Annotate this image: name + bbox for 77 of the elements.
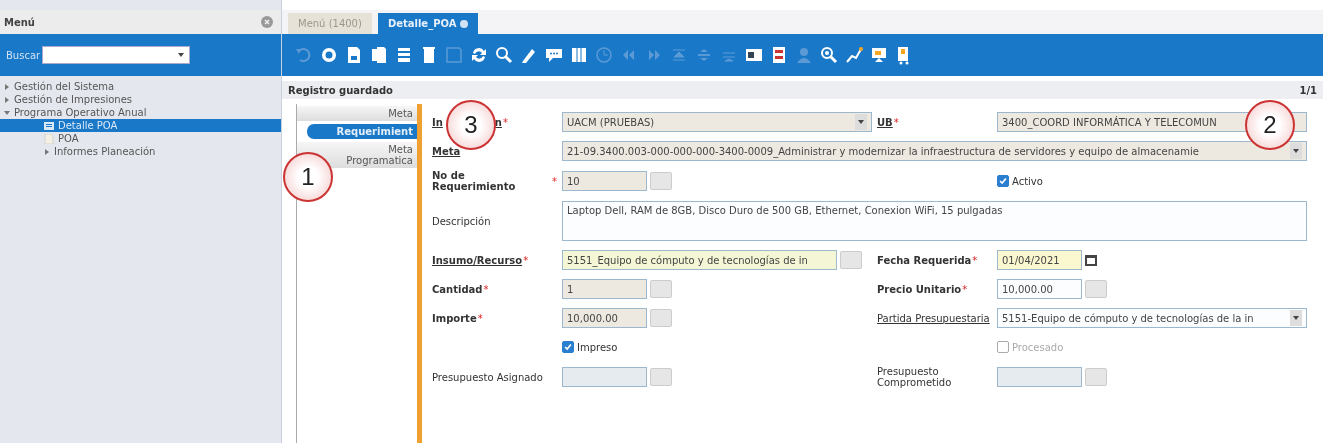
- input-field[interactable]: [997, 367, 1082, 387]
- field-label: Cantidad: [432, 283, 483, 295]
- input-field[interactable]: 10,000.00: [997, 279, 1082, 299]
- form-icon: [44, 120, 54, 131]
- status-message: Registro guardado: [288, 84, 393, 96]
- tree-label: Gestión de Impresiones: [14, 94, 132, 105]
- field-label: Presupuesto Comprometido: [877, 366, 953, 388]
- toolbar-icon[interactable]: [569, 45, 589, 65]
- description-field[interactable]: Laptop Dell, RAM de 8GB, Disco Duro de 500 GB, Ethernet, Conexion WiFi, 15 pulgadas: [562, 201, 1307, 241]
- checkbox-label: Activo: [1012, 175, 1043, 187]
- required-mark: *: [477, 312, 483, 324]
- toolbar-icon[interactable]: [369, 45, 389, 65]
- field-label: Fecha Requerida: [877, 254, 972, 266]
- input-field[interactable]: 1: [562, 279, 647, 299]
- tree-label: Gestión del Sistema: [14, 81, 115, 92]
- close-icon[interactable]: [460, 19, 469, 28]
- required-mark: *: [962, 283, 968, 295]
- field-link[interactable]: In: [432, 116, 443, 128]
- tree-item[interactable]: Informes Planeación: [0, 145, 281, 158]
- toolbar-icon[interactable]: [819, 45, 839, 65]
- dropdown-field[interactable]: 21-09.3400.003-000-000-000-3400-0009_Administrar y modernizar la infraestructura de servidores y equipo de almacenamie: [562, 141, 1307, 161]
- tree-item[interactable]: Programa Operativo Anual: [0, 106, 281, 119]
- required-mark: *: [552, 175, 557, 187]
- tree-item[interactable]: POA: [0, 132, 281, 145]
- side-tab[interactable]: Meta: [297, 106, 417, 121]
- tree-label: Programa Operativo Anual: [14, 107, 147, 118]
- expand-icon: [44, 148, 50, 155]
- calendar-icon[interactable]: [1085, 254, 1097, 266]
- document-icon: [44, 133, 54, 144]
- caret-icon[interactable]: [1292, 314, 1300, 322]
- toolbar-icon[interactable]: [869, 45, 889, 65]
- side-tab[interactable]: Requerimient: [307, 124, 417, 139]
- field-link[interactable]: UB: [877, 116, 893, 128]
- tab[interactable]: Detalle_POA: [377, 13, 479, 34]
- caret-icon[interactable]: [857, 118, 865, 126]
- toolbar-icon[interactable]: [494, 45, 514, 65]
- toolbar-icon[interactable]: [469, 45, 489, 65]
- tree-item[interactable]: Gestión de Impresiones: [0, 93, 281, 106]
- required-mark: *: [502, 116, 508, 128]
- callout-tooltip: 2: [1245, 100, 1295, 150]
- tree-item[interactable]: Detalle POA: [0, 119, 281, 132]
- dropdown-field[interactable]: 5151-Equipo de cómputo y de tecnologías de la in: [997, 308, 1307, 328]
- caret-icon[interactable]: [1292, 147, 1300, 155]
- close-icon[interactable]: [261, 16, 273, 28]
- record-counter: 1/1: [1299, 84, 1317, 96]
- toolbar-icon[interactable]: [844, 45, 864, 65]
- search-field[interactable]: [42, 46, 191, 64]
- input-field[interactable]: 10,000.00: [562, 308, 647, 328]
- tree-label: Detalle POA: [58, 120, 118, 131]
- input-field[interactable]: [562, 367, 647, 387]
- required-mark: *: [972, 254, 978, 266]
- required-mark: *: [893, 116, 899, 128]
- checkbox[interactable]: [562, 341, 574, 353]
- toolbar-icon[interactable]: [319, 45, 339, 65]
- field-label: No de Requerimiento: [432, 170, 517, 192]
- required-mark: *: [483, 283, 489, 295]
- input-field[interactable]: 10: [562, 171, 647, 191]
- field-label: Presupuesto Asignado: [432, 371, 543, 383]
- tree-item[interactable]: Gestión del Sistema: [0, 80, 281, 93]
- date-field[interactable]: 01/04/2021: [997, 250, 1082, 270]
- dropdown-field[interactable]: UACM (PRUEBAS): [562, 112, 872, 132]
- checkbox-label: Procesado: [1012, 341, 1064, 353]
- field-label: Descripción: [432, 215, 491, 227]
- field-link[interactable]: Partida Presupuestaria: [877, 312, 990, 324]
- field-link[interactable]: Insumo/Recurso: [432, 254, 523, 266]
- checkbox-label: Impreso: [577, 341, 618, 353]
- tree-label: POA: [58, 133, 79, 144]
- caret-icon[interactable]: [177, 51, 186, 59]
- search-label: Buscar: [6, 49, 41, 61]
- field-label: Precio Unitario: [877, 283, 962, 295]
- field-label: Importe: [432, 312, 477, 324]
- input-field[interactable]: 5151_Equipo de cómputo y de tecnologías de in: [562, 250, 837, 270]
- panel-title: Menú: [4, 16, 35, 28]
- checkbox[interactable]: [997, 175, 1009, 187]
- required-mark: *: [523, 254, 529, 266]
- tree-label: Informes Planeación: [54, 146, 156, 157]
- callout-tooltip: 1: [283, 152, 333, 202]
